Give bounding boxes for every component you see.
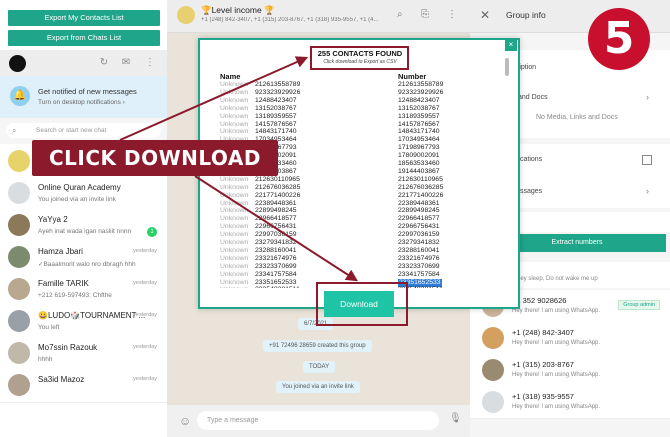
arrow-to-download: [194, 175, 359, 282]
annotation-arrows: [119, 56, 359, 282]
click-download-annotation: CLICK DOWNLOAD: [32, 140, 278, 176]
arrow-to-count: [119, 56, 309, 141]
